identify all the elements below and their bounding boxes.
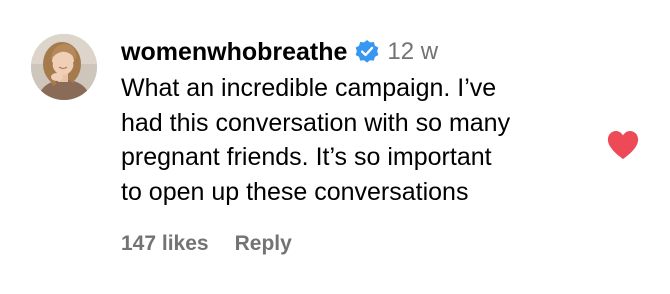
comment-text-line: to open up these conversations — [121, 177, 469, 206]
avatar-image — [31, 34, 97, 100]
comment-text-line: What an incredible campaign. I’ve — [121, 74, 497, 102]
comment-header: womenwhobreathe 12 w — [121, 36, 438, 68]
like-button[interactable] — [607, 130, 639, 160]
comment-text-line: pregnant friends. It’s so important — [121, 143, 492, 171]
comment-text: What an incredible campaign. I’ve had th… — [121, 71, 591, 209]
timestamp[interactable]: 12 w — [387, 38, 438, 66]
heart-icon — [607, 131, 639, 159]
likes-count[interactable]: 147 likes — [121, 232, 209, 256]
comment-text-line: had this conversation with so many — [121, 108, 511, 137]
avatar[interactable] — [31, 34, 97, 100]
username[interactable]: womenwhobreathe — [121, 38, 347, 67]
verified-badge-icon — [354, 39, 380, 65]
comment: womenwhobreathe 12 w What an incredible … — [0, 0, 670, 294]
comment-meta: 147 likes Reply — [121, 232, 292, 256]
reply-button[interactable]: Reply — [235, 232, 292, 256]
